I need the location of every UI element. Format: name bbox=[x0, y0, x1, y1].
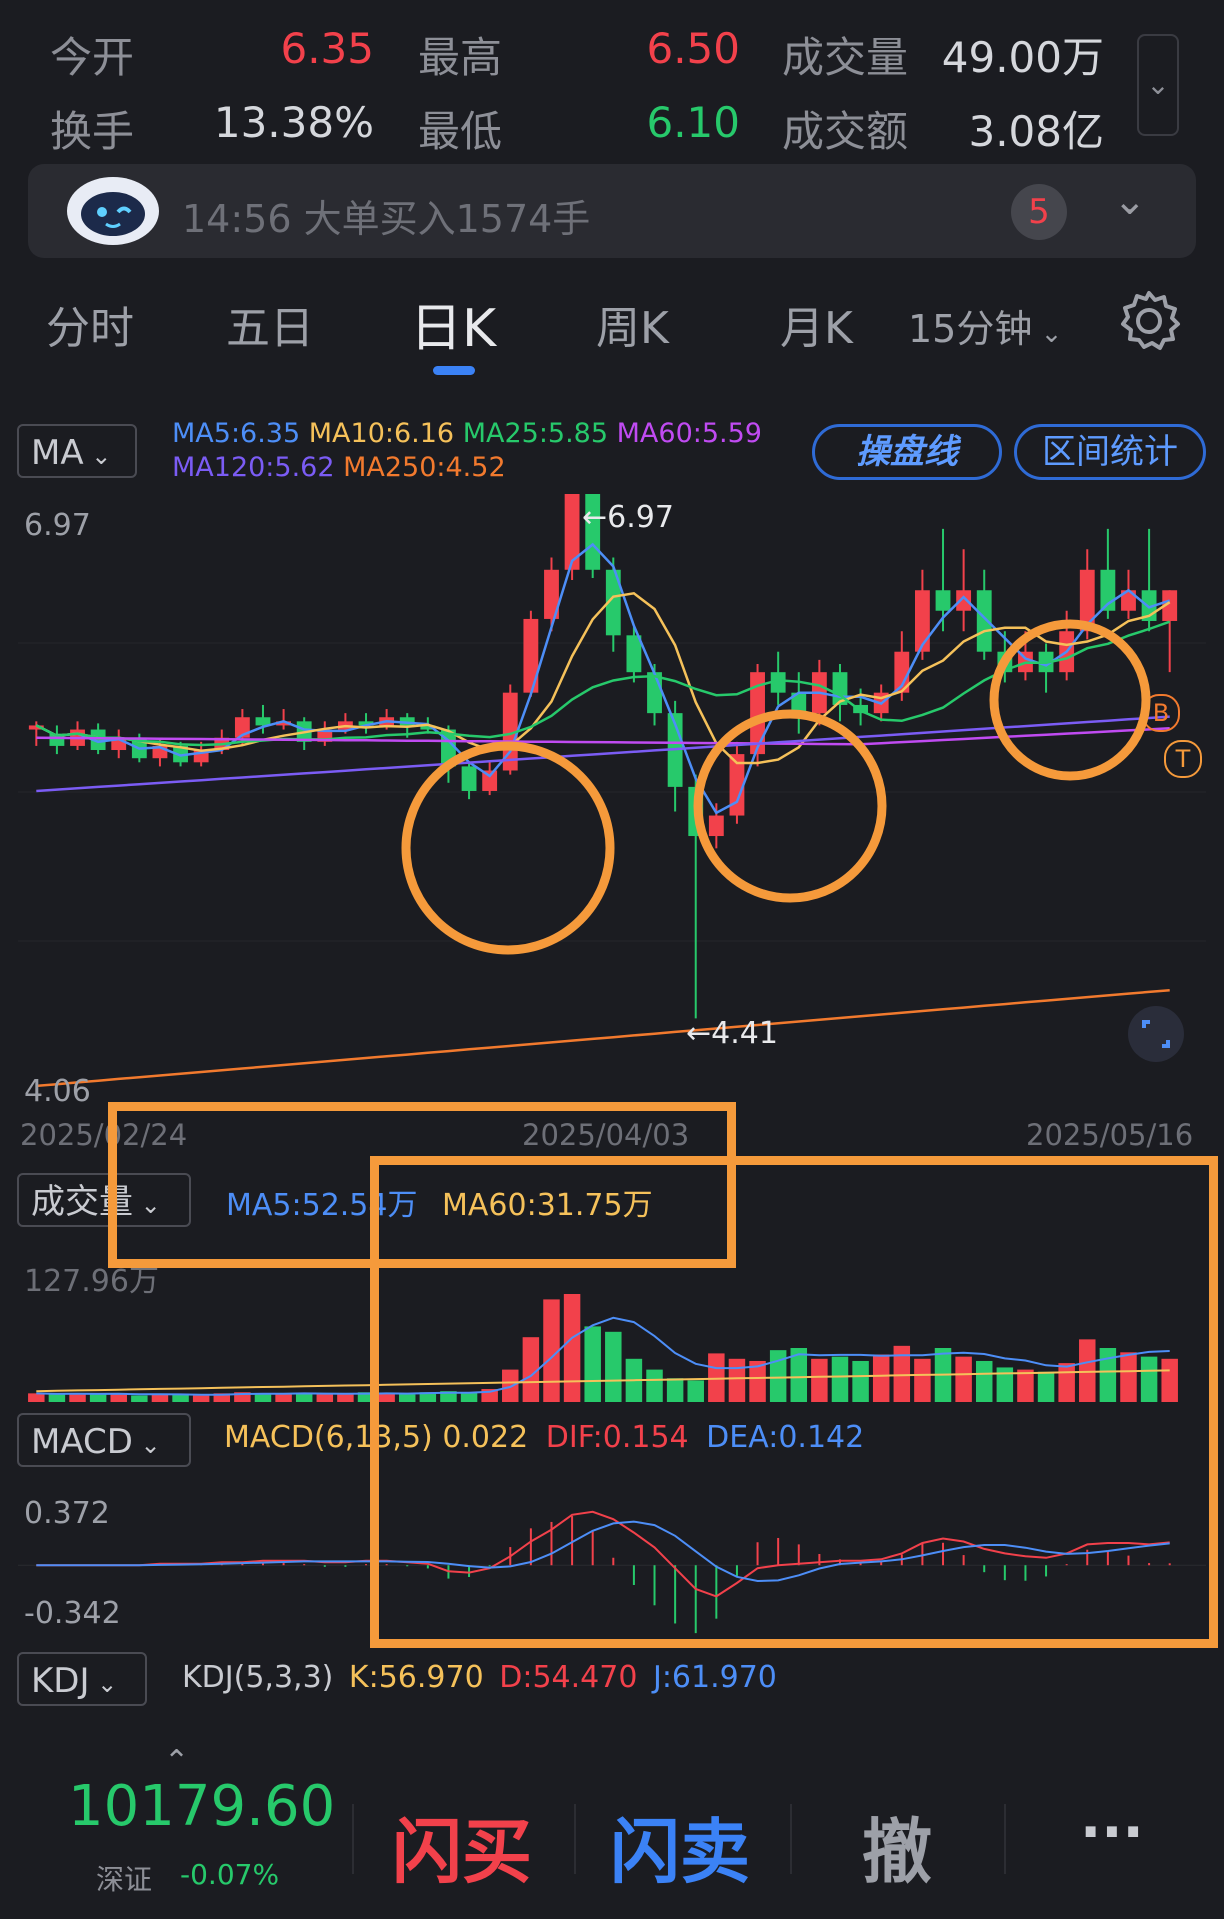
marker-t: T bbox=[1164, 740, 1202, 778]
macd-select-label: MACD bbox=[31, 1422, 133, 1462]
chevron-down-icon: ⌄ bbox=[89, 1670, 118, 1698]
chevron-down-icon[interactable]: ⌄ bbox=[1113, 178, 1147, 224]
ma250-line bbox=[36, 988, 1170, 1088]
quick-buy-button[interactable]: 闪买 bbox=[392, 1796, 532, 1897]
candle-body bbox=[688, 786, 704, 837]
amount-label: 成交额 bbox=[782, 107, 909, 156]
ma-legend-row1: MA5:6.35 MA10:6.16 MA25:5.85 MA60:5.59 bbox=[172, 418, 772, 449]
divider bbox=[790, 1804, 792, 1874]
ma60-line bbox=[36, 727, 1170, 746]
ma10-legend: MA10:6.16 bbox=[308, 418, 455, 449]
ma120-legend: MA120:5.62 bbox=[172, 452, 335, 483]
volume-label: 成交量 bbox=[782, 33, 909, 82]
tab-15min-label: 15分钟 bbox=[908, 307, 1033, 351]
chevron-down-icon: ⌄ bbox=[1032, 319, 1063, 349]
low-value: 6.10 bbox=[646, 98, 740, 147]
volume-bar bbox=[295, 1393, 313, 1402]
candle-body bbox=[1079, 569, 1095, 632]
candle-body bbox=[523, 618, 539, 693]
kdj-k: K:56.970 bbox=[348, 1660, 484, 1695]
macd-indicator-select[interactable]: MACD ⌄ bbox=[17, 1413, 191, 1467]
cancel-order-button[interactable]: 撤 bbox=[862, 1796, 932, 1897]
ma60-legend: MA60:5.59 bbox=[616, 418, 762, 449]
caopanxian-button[interactable]: 操盘线 bbox=[812, 424, 1002, 480]
volume-bar bbox=[131, 1395, 148, 1402]
volume-bar bbox=[89, 1394, 107, 1402]
candle-body bbox=[564, 494, 580, 570]
interval-stats-button[interactable]: 区间统计 bbox=[1014, 424, 1206, 480]
kdj-j: J:61.970 bbox=[652, 1660, 777, 1695]
volume-bar bbox=[48, 1394, 66, 1402]
index-change: -0.07% bbox=[180, 1858, 280, 1891]
divider bbox=[574, 1804, 576, 1874]
tab-monthly-k[interactable]: 月K bbox=[780, 292, 853, 356]
y-axis-min-label: 4.06 bbox=[24, 1074, 91, 1109]
chevron-down-icon: ⌄ bbox=[83, 442, 112, 470]
chevron-down-icon: ⌄ bbox=[132, 1431, 161, 1459]
candlestick-chart[interactable] bbox=[0, 480, 1224, 1120]
max-price-marker: ←6.97 bbox=[582, 500, 674, 535]
open-value: 6.35 bbox=[280, 24, 374, 73]
volume-bar bbox=[316, 1394, 334, 1402]
candle-body bbox=[976, 590, 992, 652]
ma25-legend: MA25:5.85 bbox=[462, 418, 609, 449]
candle-body bbox=[935, 590, 951, 611]
trade-notice-bar[interactable]: 14:56 大单买入1574手 5 ⌄ bbox=[28, 164, 1196, 258]
indicator-select-label: MA bbox=[31, 433, 84, 473]
annotation-box-volume-macd bbox=[370, 1156, 1218, 1648]
volume-bar bbox=[151, 1394, 169, 1402]
robot-assistant-icon[interactable] bbox=[64, 174, 162, 248]
kdj-d: D:54.470 bbox=[499, 1660, 638, 1695]
kdj-select-label: KDJ bbox=[31, 1661, 90, 1701]
y-axis-max-label: 6.97 bbox=[24, 508, 91, 543]
amount-value: 3.08亿 bbox=[968, 107, 1104, 156]
x-date-end: 2025/05/16 bbox=[1026, 1118, 1194, 1152]
tab-minute[interactable]: 分时 bbox=[46, 292, 134, 356]
kdj-indicator-select[interactable]: KDJ ⌄ bbox=[17, 1652, 147, 1706]
high-value: 6.50 bbox=[646, 24, 740, 73]
active-tab-indicator bbox=[433, 366, 475, 375]
index-name: 深证 bbox=[96, 1863, 153, 1896]
divider bbox=[352, 1804, 354, 1874]
bottom-trade-bar: ⌃ 10179.60 深证 -0.07% 闪买 闪卖 撤 ··· bbox=[0, 1744, 1224, 1919]
volume-bar bbox=[192, 1395, 210, 1402]
double-chevron-down-icon: ⌄ bbox=[1146, 68, 1170, 101]
low-label: 最低 bbox=[418, 107, 503, 156]
more-button[interactable]: ··· bbox=[1080, 1800, 1144, 1865]
notice-text: 14:56 大单买入1574手 bbox=[182, 197, 591, 241]
candle-body bbox=[708, 815, 724, 837]
volume-bar bbox=[28, 1393, 45, 1402]
ma5-legend: MA5:6.35 bbox=[172, 418, 301, 449]
fullscreen-icon[interactable] bbox=[1128, 1006, 1184, 1062]
turnover-value: 13.38% bbox=[213, 98, 374, 147]
expand-quote-button[interactable]: ⌄ bbox=[1137, 34, 1179, 136]
tab-15min[interactable]: 15分钟 ⌄ bbox=[908, 298, 1062, 353]
kdj-legend: KDJ(5,3,3) K:56.970 D:54.470 J:61.970 bbox=[182, 1660, 777, 1695]
ma5-line bbox=[35, 542, 1171, 815]
ma250-legend: MA250:4.52 bbox=[343, 452, 506, 483]
candle-body bbox=[914, 590, 930, 652]
kdj-params: KDJ(5,3,3) bbox=[182, 1660, 334, 1695]
buy-marker-b: B bbox=[1142, 694, 1180, 732]
indicator-select-ma[interactable]: MA ⌄ bbox=[17, 424, 137, 478]
volume-value: 49.00万 bbox=[941, 33, 1104, 82]
ma-legend-row2: MA120:5.62 MA250:4.52 bbox=[172, 452, 772, 483]
settings-gear-icon[interactable] bbox=[1116, 288, 1182, 354]
tab-five-day[interactable]: 五日 bbox=[226, 292, 314, 356]
volume-bar bbox=[172, 1394, 189, 1402]
tab-daily-k[interactable]: 日K bbox=[410, 286, 496, 361]
divider bbox=[1004, 1804, 1006, 1874]
turnover-label: 换手 bbox=[50, 107, 135, 156]
candle-body bbox=[461, 766, 477, 791]
min-price-marker: ←4.41 bbox=[686, 1016, 778, 1051]
index-value[interactable]: 10179.60 bbox=[68, 1774, 335, 1839]
tab-weekly-k[interactable]: 周K bbox=[596, 292, 669, 356]
volume-bar bbox=[275, 1394, 292, 1402]
quick-sell-button[interactable]: 闪卖 bbox=[610, 1796, 750, 1897]
high-label: 最高 bbox=[418, 33, 503, 82]
open-label: 今开 bbox=[50, 33, 135, 82]
notice-count-badge: 5 bbox=[1011, 184, 1067, 240]
